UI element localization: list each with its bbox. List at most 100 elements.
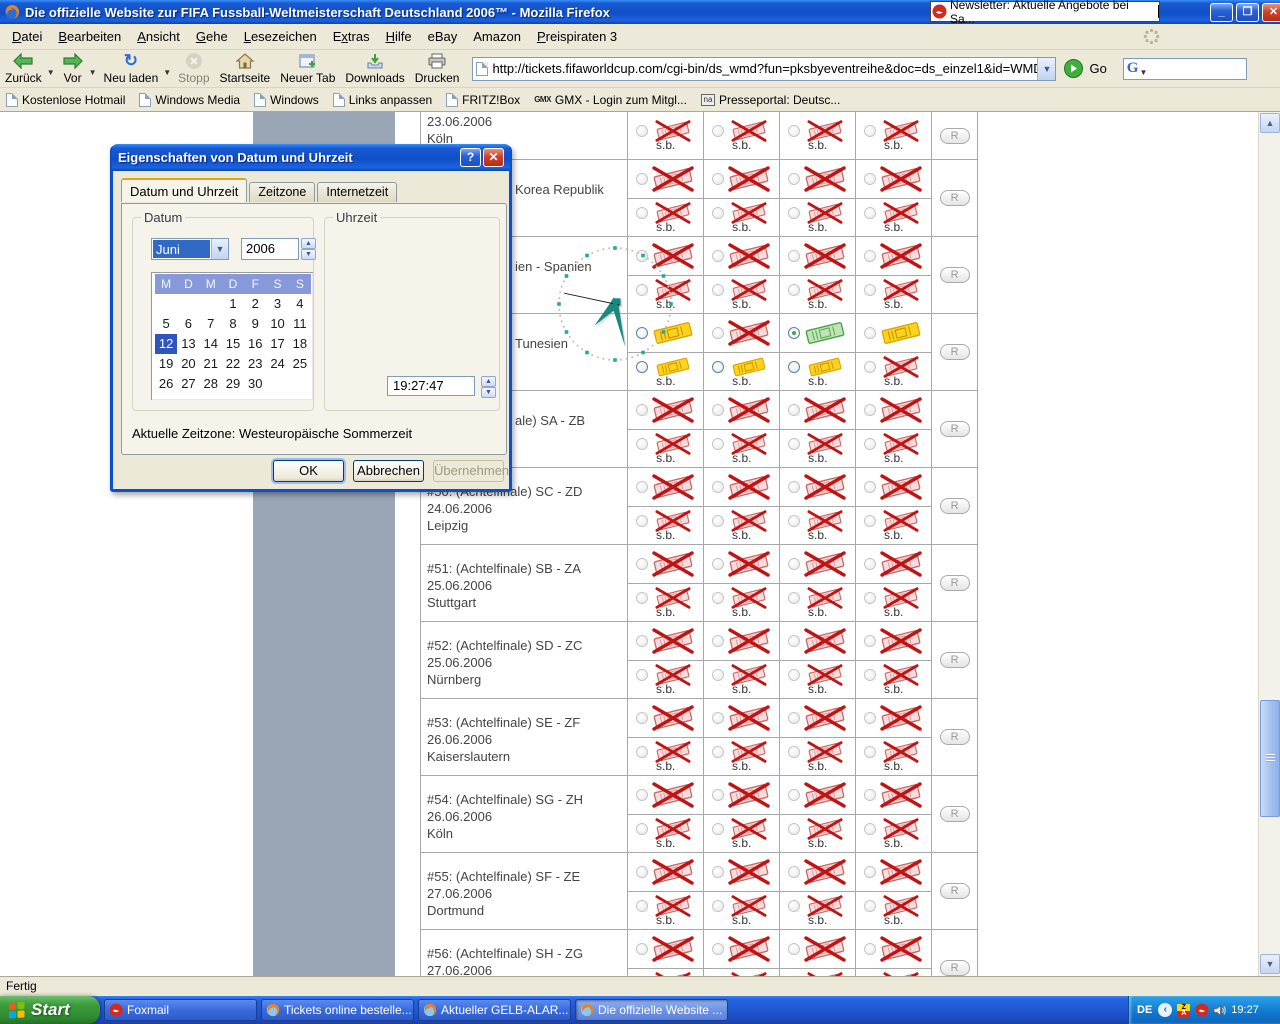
r-button[interactable]: R [940,575,970,591]
help-button[interactable]: ? [460,148,481,167]
sb-link[interactable]: s.b. [732,915,751,926]
calendar-day[interactable]: 13 [177,334,199,354]
bookmark-gmx-login-zum-mitgl-[interactable]: GMXGMX - Login zum Mitgl... [534,93,687,107]
scroll-down-button[interactable]: ▼ [1260,954,1280,974]
sb-link[interactable]: s.b. [732,376,751,387]
r-button[interactable]: R [940,883,970,899]
sb-link[interactable]: s.b. [884,761,903,772]
calendar-day[interactable]: 5 [155,314,177,334]
calendar-day[interactable]: 4 [289,294,311,314]
sb-link[interactable]: s.b. [808,299,827,310]
r-button[interactable]: R [940,421,970,437]
sb-link[interactable]: s.b. [732,453,751,464]
calendar-day[interactable]: 14 [200,334,222,354]
volume-icon[interactable] [1213,1004,1227,1017]
sb-link[interactable]: s.b. [884,222,903,233]
bookmark-links-anpassen[interactable]: Links anpassen [333,93,432,107]
r-button[interactable]: R [940,267,970,283]
taskbar-button-tickets-online-bestelle-[interactable]: Tickets online bestelle... [261,999,414,1021]
search-bar[interactable]: G▼ [1123,58,1247,80]
calendar-day[interactable]: 16 [244,334,266,354]
foxmail-tray-icon[interactable] [1195,1003,1209,1017]
sb-link[interactable]: s.b. [884,140,903,151]
calendar-day[interactable]: 6 [177,314,199,334]
calendar-day[interactable]: 27 [177,374,199,394]
sb-link[interactable]: s.b. [808,915,827,926]
bookmark-kostenlose-hotmail[interactable]: Kostenlose Hotmail [6,93,125,107]
year-spinner[interactable]: ▲▼ [301,238,316,260]
reload-dropdown[interactable]: ▼ [163,60,171,77]
sb-link[interactable]: s.b. [656,376,675,387]
tray-chevron-icon[interactable]: ‹ [1158,1003,1172,1017]
dialog-close-button[interactable]: ✕ [483,148,504,167]
calendar-day[interactable]: 30 [244,374,266,394]
sb-link[interactable]: s.b. [656,607,675,618]
sb-link[interactable]: s.b. [732,530,751,541]
back-button[interactable]: Zurück [0,51,47,87]
r-button[interactable]: R [940,806,970,822]
downloads-button[interactable]: Downloads [340,51,409,87]
sb-link[interactable]: s.b. [808,838,827,849]
minimize-button[interactable]: _ [1210,3,1233,22]
sb-link[interactable]: s.b. [732,838,751,849]
bookmark-fritz-box[interactable]: FRITZ!Box [446,93,520,107]
url-dropdown[interactable]: ▼ [1037,58,1055,80]
r-button[interactable]: R [940,190,970,206]
calendar-day[interactable]: 24 [266,354,288,374]
taskbar-button-die-offizielle-website-[interactable]: Die offizielle Website ... [575,999,728,1021]
r-button[interactable]: R [940,344,970,360]
calendar-day[interactable]: 9 [244,314,266,334]
menu-item-extras[interactable]: Extras [325,25,378,48]
calendar-day[interactable]: 17 [266,334,288,354]
calendar-day[interactable]: 18 [289,334,311,354]
sb-link[interactable]: s.b. [884,376,903,387]
menu-item-preispiraten-3[interactable]: Preispiraten 3 [529,25,625,48]
calendar-day[interactable]: 19 [155,354,177,374]
menu-item-datei[interactable]: Datei [4,25,50,48]
sb-link[interactable]: s.b. [884,684,903,695]
vertical-scrollbar[interactable]: ▲ ▼ [1258,112,1280,976]
menu-item-lesezeichen[interactable]: Lesezeichen [236,25,325,48]
ticket-radio-off[interactable] [788,361,800,373]
sb-link[interactable]: s.b. [808,140,827,151]
sb-link[interactable]: s.b. [656,761,675,772]
r-button[interactable]: R [940,128,970,144]
search-engine-dropdown[interactable]: ▼ [1139,68,1147,77]
sb-link[interactable]: s.b. [884,915,903,926]
sb-link[interactable]: s.b. [656,915,675,926]
calendar-day[interactable]: 28 [200,374,222,394]
month-dropdown-icon[interactable]: ▼ [211,239,228,259]
year-field[interactable]: 2006 [241,238,299,260]
menu-item-ansicht[interactable]: Ansicht [129,25,188,48]
calendar-day-selected[interactable]: 12 [155,334,177,354]
calendar-day[interactable]: 11 [289,314,311,334]
calendar-day[interactable]: 22 [222,354,244,374]
sb-link[interactable]: s.b. [884,453,903,464]
bookmark-windows-media[interactable]: Windows Media [139,93,240,107]
calendar-day[interactable]: 8 [222,314,244,334]
sb-link[interactable]: s.b. [732,684,751,695]
sb-link[interactable]: s.b. [808,222,827,233]
time-spinner[interactable]: ▲▼ [481,376,496,398]
sb-link[interactable]: s.b. [656,838,675,849]
r-button[interactable]: R [940,960,970,976]
calendar-day[interactable]: 1 [222,294,244,314]
forward-dropdown[interactable]: ▼ [89,60,97,77]
restore-button[interactable]: ❐ [1236,3,1259,22]
calendar-day[interactable]: 2 [244,294,266,314]
sb-link[interactable]: s.b. [732,607,751,618]
sb-link[interactable]: s.b. [808,530,827,541]
sb-link[interactable]: s.b. [884,299,903,310]
calendar-day[interactable]: 20 [177,354,199,374]
sb-link[interactable]: s.b. [884,607,903,618]
ok-button[interactable]: OK [273,460,344,482]
taskbar-button-foxmail[interactable]: Foxmail [104,999,257,1021]
dialog-titlebar[interactable]: Eigenschaften von Datum und Uhrzeit ? ✕ [112,144,510,171]
menu-item-hilfe[interactable]: Hilfe [378,25,420,48]
back-dropdown[interactable]: ▼ [47,60,55,77]
tab-zeitzone[interactable]: Zeitzone [249,182,315,202]
start-button[interactable]: Start [0,996,100,1024]
tab-datum-und-uhrzeit[interactable]: Datum und Uhrzeit [121,178,247,202]
url-bar[interactable]: http://tickets.fifaworldcup.com/cgi-bin/… [472,57,1056,81]
tab-internetzeit[interactable]: Internetzeit [317,182,397,202]
